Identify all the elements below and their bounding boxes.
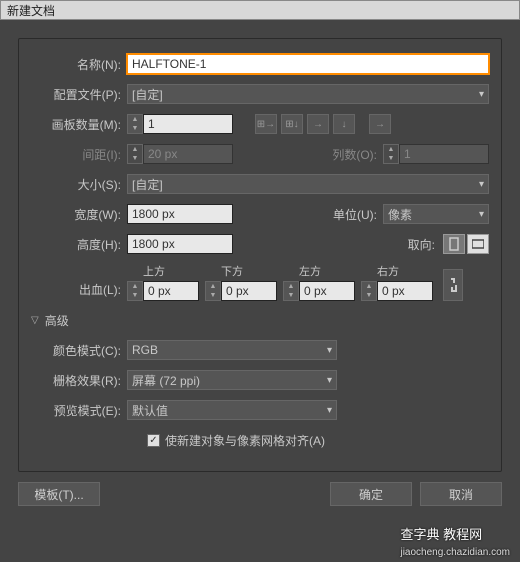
size-label: 大小(S):: [31, 176, 127, 193]
bleed-right-label: 右方: [361, 263, 433, 279]
bleed-left-label: 左方: [283, 263, 355, 279]
landscape-icon: [472, 237, 484, 251]
name-label: 名称(N):: [31, 56, 127, 73]
artboards-input[interactable]: [143, 114, 233, 134]
colormode-label: 颜色模式(C):: [31, 342, 127, 359]
ok-button[interactable]: 确定: [330, 482, 412, 506]
units-value: 像素: [388, 206, 412, 223]
template-button[interactable]: 模板(T)...: [18, 482, 100, 506]
spacing-input: [143, 144, 233, 164]
orient-landscape-button[interactable]: [467, 234, 489, 254]
advanced-label: 高级: [45, 312, 69, 329]
profile-dropdown[interactable]: [自定]: [127, 84, 489, 104]
raster-value: 屏幕 (72 ppi): [132, 372, 200, 389]
units-label: 单位(U):: [323, 206, 383, 223]
bleed-label: 出血(L):: [31, 281, 127, 301]
align-grid-checkbox[interactable]: ✓: [147, 434, 160, 447]
bleed-bottom-spinner[interactable]: ▲▼: [205, 281, 277, 301]
colormode-dropdown[interactable]: RGB: [127, 340, 337, 360]
orient-portrait-button[interactable]: [443, 234, 465, 254]
bleed-bottom-label: 下方: [205, 263, 277, 279]
profile-label: 配置文件(P):: [31, 86, 127, 103]
profile-value: [自定]: [132, 86, 163, 103]
spacing-spinner: ▲▼: [127, 144, 233, 164]
orient-label: 取向:: [399, 236, 441, 253]
bleed-top-label: 上方: [127, 263, 199, 279]
columns-spinner: ▲▼: [383, 144, 489, 164]
units-dropdown[interactable]: 像素: [383, 204, 489, 224]
artboards-label: 画板数量(M):: [31, 116, 127, 133]
size-value: [自定]: [132, 176, 163, 193]
align-grid-label: 使新建对象与像素网格对齐(A): [165, 432, 325, 449]
dialog-body: 名称(N): 配置文件(P): [自定] 画板数量(M): ▲▼ ⊞→ ⊞↓ →…: [0, 20, 520, 562]
preview-value: 默认值: [132, 402, 168, 419]
height-label: 高度(H):: [31, 236, 127, 253]
cancel-button[interactable]: 取消: [420, 482, 502, 506]
title-bar: 新建文档: [0, 0, 520, 20]
width-label: 宽度(W):: [31, 206, 127, 223]
bleed-bottom-input[interactable]: [221, 281, 277, 301]
bleed-right-input[interactable]: [377, 281, 433, 301]
watermark: 查字典 教程网 jiaocheng.chazidian.com: [400, 524, 510, 558]
watermark-sub: jiaocheng.chazidian.com: [400, 547, 510, 558]
arrow-icon[interactable]: →: [369, 114, 391, 134]
bleed-left-spinner[interactable]: ▲▼: [283, 281, 355, 301]
artboards-spinner[interactable]: ▲▼: [127, 114, 233, 134]
name-input[interactable]: [127, 54, 489, 74]
bleed-right-spinner[interactable]: ▲▼: [361, 281, 433, 301]
grid-col-icon[interactable]: ⊞↓: [281, 114, 303, 134]
link-icon: [448, 277, 458, 293]
link-bleed-button[interactable]: [443, 269, 463, 301]
row-arrange-icon[interactable]: →: [307, 114, 329, 134]
collapse-arrow-icon[interactable]: ▽: [31, 315, 39, 326]
portrait-icon: [448, 237, 460, 251]
bleed-left-input[interactable]: [299, 281, 355, 301]
main-panel: 名称(N): 配置文件(P): [自定] 画板数量(M): ▲▼ ⊞→ ⊞↓ →…: [18, 38, 502, 472]
grid-row-icon[interactable]: ⊞→: [255, 114, 277, 134]
colormode-value: RGB: [132, 343, 158, 357]
preview-label: 预览模式(E):: [31, 402, 127, 419]
bleed-top-input[interactable]: [143, 281, 199, 301]
height-input[interactable]: [127, 234, 233, 254]
raster-dropdown[interactable]: 屏幕 (72 ppi): [127, 370, 337, 390]
watermark-main: 查字典 教程网: [400, 527, 482, 542]
bleed-top-spinner[interactable]: ▲▼: [127, 281, 199, 301]
size-dropdown[interactable]: [自定]: [127, 174, 489, 194]
spacing-label: 间距(I):: [31, 146, 127, 163]
columns-label: 列数(O):: [323, 146, 383, 163]
preview-dropdown[interactable]: 默认值: [127, 400, 337, 420]
columns-input: [399, 144, 489, 164]
raster-label: 栅格效果(R):: [31, 372, 127, 389]
col-arrange-icon[interactable]: ↓: [333, 114, 355, 134]
width-input[interactable]: [127, 204, 233, 224]
